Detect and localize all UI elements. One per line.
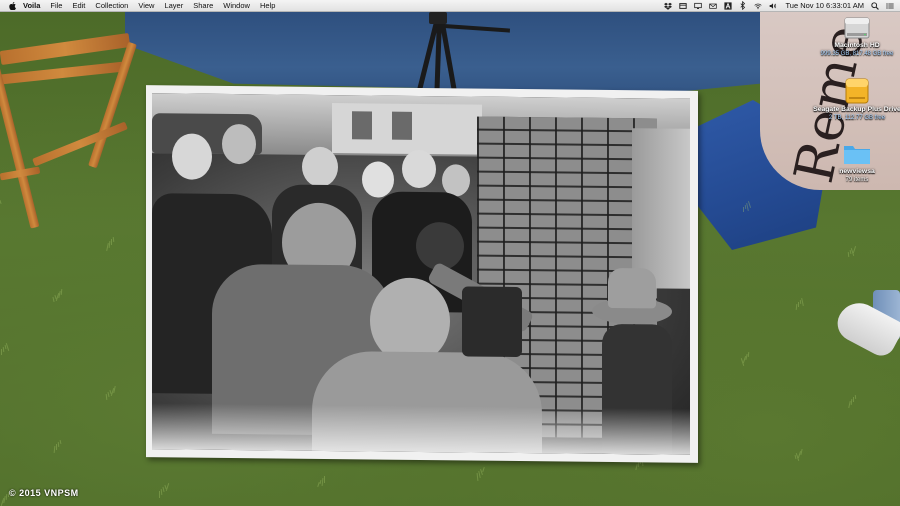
desktop-icon-detail: 79 items xyxy=(845,177,869,183)
grass-blade xyxy=(112,236,115,243)
menu-edit[interactable]: Edit xyxy=(72,1,85,10)
grass-blade xyxy=(57,441,60,448)
grass-blade xyxy=(747,351,750,358)
spotlight-search-icon[interactable] xyxy=(871,1,879,10)
mail-icon[interactable] xyxy=(709,2,718,10)
external-drive-icon xyxy=(845,78,869,104)
grass-blade xyxy=(165,483,170,491)
grass-blade xyxy=(324,476,325,483)
desktop-icon-detail: 2 TB, 112.77 GB free xyxy=(828,115,886,121)
wallpaper-photo-board xyxy=(146,85,698,463)
box-icon[interactable] xyxy=(679,2,688,10)
grass-blade xyxy=(852,246,857,253)
grass-blade xyxy=(800,448,803,456)
menu-file[interactable]: File xyxy=(50,1,62,10)
grass-blade xyxy=(113,385,116,394)
adobe-icon[interactable] xyxy=(724,1,733,10)
wallpaper-copyright-watermark: © 2015 VNPSM xyxy=(9,488,79,498)
grass-blade xyxy=(854,394,857,400)
grass-blade xyxy=(111,239,112,245)
menu-bar-clock[interactable]: Tue Nov 10 6:33:01 AM xyxy=(785,1,864,10)
grass-blade xyxy=(801,297,804,307)
grass-blade xyxy=(60,288,63,296)
menu-window[interactable]: Window xyxy=(223,1,250,10)
menu-share[interactable]: Share xyxy=(193,1,213,10)
grass-blade xyxy=(853,397,854,402)
grass-blade xyxy=(482,466,485,473)
wallpaper-sneaker xyxy=(831,290,900,375)
app-menu-voila[interactable]: Voila xyxy=(23,1,40,10)
display-icon[interactable] xyxy=(694,2,703,10)
grass-blade xyxy=(2,346,5,353)
menu-bar-status-area: Tue Nov 10 6:33:01 AM xyxy=(657,1,900,10)
desktop-icon-detail: 999.35 GB, 817.48 GB free xyxy=(820,51,894,57)
volume-icon[interactable] xyxy=(769,2,777,10)
apple-menu-icon[interactable] xyxy=(8,1,16,10)
desktop-icon-seagate-drive[interactable]: Seagate Backup Plus Drive 2 TB, 112.77 G… xyxy=(812,76,900,122)
grass-blade xyxy=(159,491,160,498)
desktop-icon-newviewsa-folder[interactable]: newviewsa 79 items xyxy=(812,140,900,184)
grass-blade xyxy=(847,251,850,258)
folder-icon xyxy=(844,146,870,164)
menu-collection[interactable]: Collection xyxy=(95,1,128,10)
notification-center-icon[interactable] xyxy=(886,2,894,10)
wallpaper-wooden-chair xyxy=(0,10,160,230)
grass-blade xyxy=(1,349,2,355)
desktop-icon-macintosh-hd[interactable]: Macintosh HD 999.35 GB, 817.48 GB free xyxy=(812,14,900,58)
grass-blade xyxy=(160,488,163,496)
wifi-icon[interactable] xyxy=(754,2,763,10)
menu-help[interactable]: Help xyxy=(260,1,275,10)
grass-blade xyxy=(743,207,744,212)
grass-blade xyxy=(59,439,62,445)
grass-blade xyxy=(798,302,799,307)
menu-layer[interactable]: Layer xyxy=(164,1,183,10)
wallpaper-black-white-photo xyxy=(152,93,690,455)
desktop-icon-label: Macintosh HD xyxy=(834,42,880,49)
desktop-icon-label: Seagate Backup Plus Drive xyxy=(813,106,900,113)
menu-bar: Voila File Edit Collection View Layer Sh… xyxy=(0,0,900,12)
desktop-icon-label: newviewsa xyxy=(839,168,875,175)
menu-view[interactable]: View xyxy=(138,1,154,10)
dropbox-icon[interactable] xyxy=(664,2,673,10)
grass-blade xyxy=(105,393,108,401)
hard-drive-icon xyxy=(844,17,870,39)
grass-blade xyxy=(56,444,57,450)
bluetooth-icon[interactable] xyxy=(739,1,747,10)
grass-blade xyxy=(5,343,10,351)
